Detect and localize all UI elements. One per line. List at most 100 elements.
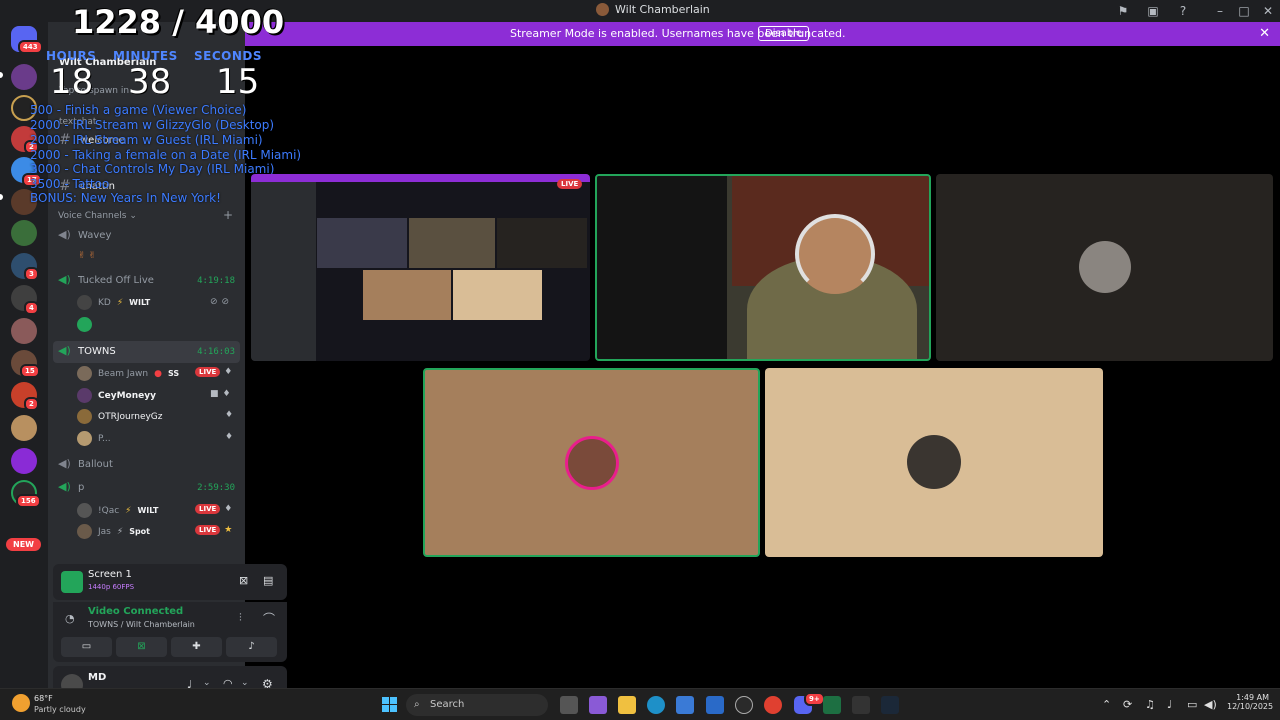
server-avatar	[596, 3, 609, 16]
goal-item: 3500 - Tattoo	[30, 177, 110, 191]
inbox-icon[interactable]: ▣	[1146, 4, 1160, 18]
voice-user[interactable]: KD ⚡ WILT	[77, 295, 150, 310]
unread-pill	[0, 72, 3, 78]
user-status-icons: ■ ♦	[210, 389, 231, 399]
avatar-tile[interactable]	[765, 368, 1103, 557]
voice-channel-ballout[interactable]: ◀) Ballout	[58, 458, 113, 470]
close-window-button[interactable]: ✕	[1258, 2, 1278, 20]
voice-channel-wavey[interactable]: ◀) Wavey	[58, 229, 111, 241]
screen-share-tile[interactable]: LIVE	[251, 174, 590, 361]
chevron-up-icon[interactable]: ⌃	[1102, 698, 1111, 711]
server-icon[interactable]	[11, 415, 37, 441]
network-icon[interactable]: ▭	[1187, 698, 1197, 711]
voice-user[interactable]: Beam Jawn ● SS	[77, 366, 179, 381]
screen-share-button[interactable]: ⊠	[116, 637, 167, 657]
soundboard-button[interactable]: ♪	[226, 637, 277, 657]
maximize-button[interactable]: □	[1234, 2, 1254, 20]
disconnect-icon[interactable]: ⌒	[263, 610, 275, 627]
notifications-off-icon[interactable]: ♫	[1145, 698, 1155, 711]
avatar-tile-speaking[interactable]	[423, 368, 760, 557]
weather-temp[interactable]: 68°F	[34, 694, 53, 703]
headset-icon: ♦	[224, 504, 233, 514]
minutes-label: MINUTES	[113, 49, 178, 63]
speaker-icon: ◀)	[58, 228, 71, 241]
weather-icon[interactable]	[12, 694, 30, 712]
task-view-icon[interactable]	[560, 696, 578, 714]
server-icon[interactable]	[11, 448, 37, 474]
chevron-down-icon[interactable]: ⌄	[241, 678, 249, 688]
seconds-value: 15	[216, 62, 260, 102]
nested-sidebar	[251, 182, 316, 361]
search-placeholder: Search	[430, 699, 465, 710]
user-tag: WILT	[129, 298, 151, 307]
server-icon[interactable]	[11, 220, 37, 246]
server-badge: 156	[16, 494, 41, 508]
voice-channel-towns[interactable]: ◀) TOWNS	[58, 345, 116, 357]
camera-tile[interactable]	[595, 174, 931, 361]
avatar	[77, 503, 92, 518]
steam-icon[interactable]	[881, 696, 899, 714]
share-settings-icon[interactable]: ▤	[263, 574, 273, 587]
mail-icon[interactable]	[706, 696, 724, 714]
microphone-icon[interactable]: ♩	[1167, 698, 1172, 711]
edge-icon[interactable]	[647, 696, 665, 714]
lightning-icon: ⚡	[116, 297, 124, 308]
voice-user[interactable]: Jas ⚡ Spot	[77, 524, 150, 539]
volume-icon[interactable]: ◀)	[1204, 698, 1217, 711]
sync-icon[interactable]: ⟳	[1123, 698, 1132, 711]
discord-bot-avatar[interactable]	[77, 317, 92, 332]
goal-item: 500 - Finish a game (Viewer Choice)	[30, 103, 247, 117]
minimize-button[interactable]: –	[1210, 2, 1230, 20]
store-icon[interactable]	[676, 696, 694, 714]
voice-channel-tucked[interactable]: ◀) Tucked Off Live	[58, 274, 154, 286]
screen-share-icon	[61, 571, 83, 593]
camera-off-button[interactable]: ▭	[61, 637, 112, 657]
add-channel-icon[interactable]: +	[223, 208, 233, 222]
lightning-icon: ⚡	[116, 526, 124, 537]
server-icon[interactable]	[11, 64, 37, 90]
voice-status[interactable]: Video Connected	[88, 606, 183, 617]
help-icon[interactable]: ?	[1176, 4, 1190, 18]
voice-category[interactable]: Voice Channels ⌄	[58, 211, 137, 221]
channel-timer: 4:19:18	[197, 276, 235, 286]
nested-camera-tile	[409, 218, 495, 268]
weather-desc[interactable]: Partly cloudy	[34, 705, 86, 714]
live-badge: LIVE	[195, 367, 221, 377]
avatar-tile[interactable]	[936, 174, 1273, 361]
disable-streamer-mode-button[interactable]: Disable	[758, 26, 810, 41]
server-icon[interactable]	[11, 318, 37, 344]
chevron-down-icon[interactable]: ⌄	[203, 678, 211, 688]
nested-avatar-tile	[497, 218, 587, 268]
camera-icon: ■	[210, 389, 219, 399]
clock[interactable]: 1:49 AM 12/10/2025	[1227, 693, 1273, 711]
voice-user[interactable]: OTRJourneyGz	[77, 409, 163, 424]
stop-share-icon[interactable]: ⊠	[239, 574, 248, 587]
window-title: Wilt Chamberlain	[596, 3, 710, 16]
new-servers-badge[interactable]: NEW	[6, 538, 41, 551]
windows-start-icon[interactable]	[382, 697, 398, 713]
voice-channel-p[interactable]: ◀) p	[58, 481, 84, 493]
voice-user[interactable]: !Qac ⚡ WILT	[77, 503, 159, 518]
live-badge: LIVE	[557, 179, 583, 189]
deafened-icon: ⊘	[221, 297, 230, 307]
noise-suppression-icon[interactable]: ⫶	[239, 611, 242, 625]
taskbar-search[interactable]: ⌕ Search	[406, 694, 548, 716]
voice-user[interactable]: CeyMoneyy	[77, 388, 156, 403]
activities-button[interactable]: ✚	[171, 637, 222, 657]
flag-icon[interactable]: ⚑	[1116, 4, 1130, 18]
avatar	[77, 388, 92, 403]
user-name: !Qac	[98, 505, 120, 516]
chrome-icon[interactable]	[764, 696, 782, 714]
voice-location[interactable]: TOWNS / Wilt Chamberlain	[88, 620, 195, 629]
file-explorer-icon[interactable]	[618, 696, 636, 714]
obs-icon[interactable]	[735, 696, 753, 714]
voice-user[interactable]: P...	[77, 431, 111, 446]
signal-icon[interactable]: ◔	[65, 612, 75, 625]
user-status-icons: LIVE ♦	[195, 367, 232, 377]
user-tag: WILT	[137, 506, 159, 515]
app-icon[interactable]	[852, 696, 870, 714]
lightning-icon: ⚡	[125, 505, 132, 516]
excel-icon[interactable]	[823, 696, 841, 714]
close-banner-icon[interactable]: ✕	[1259, 26, 1270, 41]
copilot-icon[interactable]	[589, 696, 607, 714]
